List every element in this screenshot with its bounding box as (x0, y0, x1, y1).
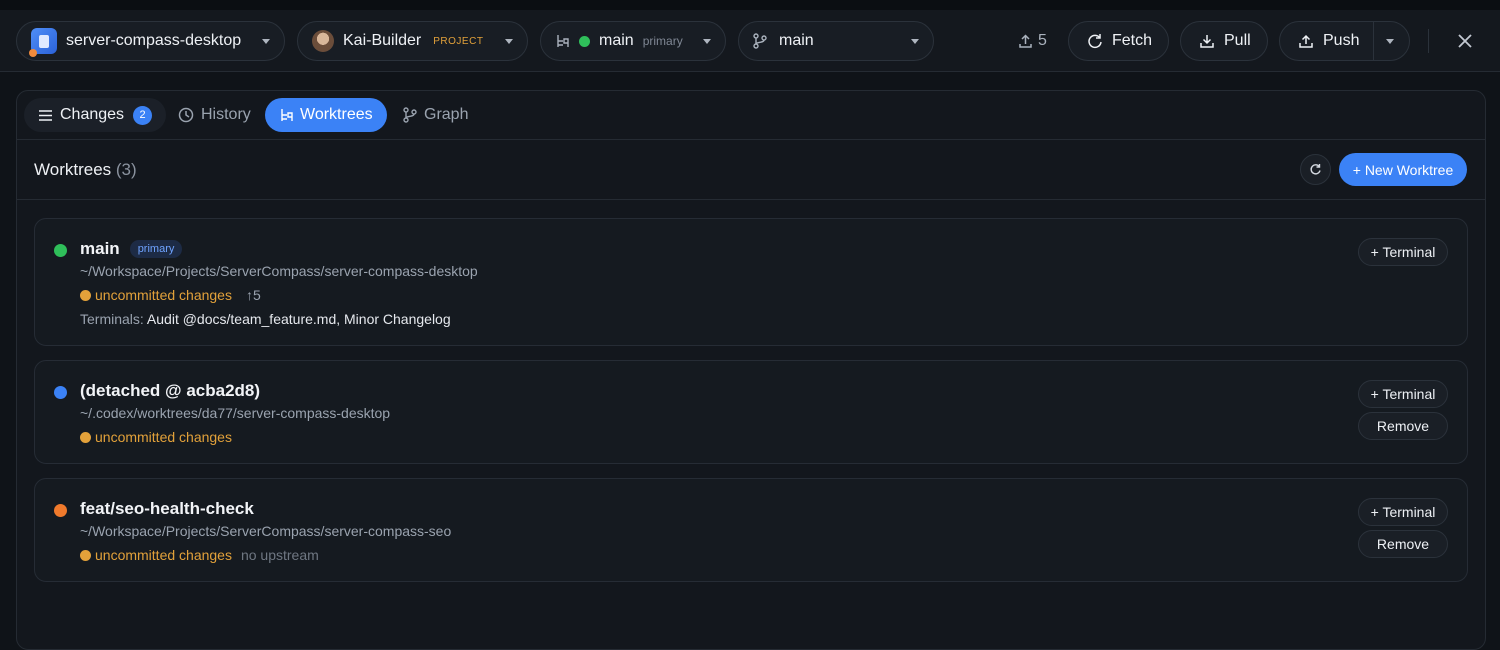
branch-icon (753, 33, 767, 49)
worktree-tag: primary (642, 34, 683, 48)
push-button[interactable]: Push (1279, 21, 1410, 61)
worktree-path: ~/Workspace/Projects/ServerCompass/serve… (80, 523, 452, 539)
worktree-selector[interactable]: main primary (540, 21, 726, 61)
refresh-button[interactable] (1300, 154, 1331, 185)
upstream-status: no upstream (240, 547, 319, 563)
pull-label: Pull (1224, 32, 1251, 49)
remove-button[interactable]: Remove (1358, 412, 1448, 440)
app-icon (29, 28, 57, 57)
add-terminal-button[interactable]: + Terminal (1358, 238, 1448, 266)
worktree-path: ~/.codex/worktrees/da77/server-compass-d… (80, 405, 391, 421)
worktree-name: main (599, 32, 634, 49)
worktree-icon (279, 108, 293, 122)
tab-worktrees-label: Worktrees (300, 106, 373, 123)
tab-changes[interactable]: Changes 2 (24, 98, 167, 132)
user-name: Kai-Builder (343, 32, 422, 49)
refresh-icon (1087, 33, 1103, 49)
worktree-icon (555, 34, 569, 48)
worktree-status: uncommitted changes no upstream (80, 547, 319, 563)
tab-worktrees[interactable]: Worktrees (265, 98, 387, 132)
ahead-count: ↑5 (245, 287, 261, 303)
branch-selector[interactable]: main (738, 21, 934, 61)
status-dot (54, 386, 67, 399)
worktrees-count: (3) (115, 160, 137, 179)
ahead-indicator: 5 (1018, 21, 1047, 61)
branch-name: main (779, 32, 814, 49)
status-dot (54, 244, 67, 257)
warning-dot (80, 289, 91, 301)
project-badge: PROJECT (433, 35, 484, 47)
worktree-name: (detached @ acba2d8) (80, 381, 261, 400)
worktree-card: feat/seo-health-check ~/Workspace/Projec… (34, 478, 1468, 582)
chevron-down-icon (505, 38, 513, 44)
refresh-icon (1309, 163, 1322, 176)
status-dot (54, 504, 67, 517)
worktrees-header: Worktrees (3) + New Worktree (17, 141, 1485, 200)
branch-icon (403, 107, 417, 123)
window-top-strip (0, 0, 1500, 10)
status-text: uncommitted changes (95, 287, 232, 303)
tab-history[interactable]: History (164, 98, 265, 132)
terminals-line: Terminals: Audit @docs/team_feature.md, … (80, 311, 451, 327)
close-icon[interactable] (1456, 32, 1474, 50)
tab-graph[interactable]: Graph (389, 98, 482, 132)
primary-badge: primary (129, 240, 183, 258)
push-label: Push (1323, 32, 1360, 49)
project-selector[interactable]: server-compass-desktop (16, 21, 285, 61)
chevron-down-icon (703, 38, 711, 44)
upload-icon (1018, 33, 1033, 49)
add-terminal-button[interactable]: + Terminal (1358, 380, 1448, 408)
status-text: uncommitted changes (95, 547, 232, 563)
terminals-label: Terminals: (80, 311, 144, 327)
add-terminal-button[interactable]: + Terminal (1358, 498, 1448, 526)
top-toolbar: server-compass-desktop Kai-Builder PROJE… (0, 10, 1500, 72)
upload-icon (1298, 33, 1314, 49)
terminals-value: Audit @docs/team_feature.md, Minor Chang… (146, 311, 451, 327)
avatar (312, 30, 334, 52)
fetch-label: Fetch (1112, 32, 1153, 49)
project-name: server-compass-desktop (66, 32, 242, 49)
new-worktree-button[interactable]: + New Worktree (1339, 153, 1467, 186)
clock-icon (178, 107, 194, 123)
main-panel: Changes 2 History Worktrees Graph Worktr… (16, 90, 1486, 650)
download-icon (1199, 33, 1215, 49)
chevron-down-icon (262, 38, 270, 44)
remove-button[interactable]: Remove (1358, 530, 1448, 558)
ahead-count: 5 (1038, 32, 1047, 49)
worktree-name-text: main (80, 239, 120, 258)
tab-graph-label: Graph (424, 106, 469, 123)
chevron-down-icon[interactable] (1386, 38, 1395, 44)
worktree-name: feat/seo-health-check (80, 499, 254, 518)
changes-count-badge: 2 (133, 105, 153, 125)
tab-changes-label: Changes (60, 106, 125, 123)
chevron-down-icon (911, 38, 919, 44)
worktree-card: (detached @ acba2d8) ~/.codex/worktrees/… (34, 360, 1468, 464)
worktree-path: ~/Workspace/Projects/ServerCompass/serve… (80, 263, 478, 279)
page-title: Worktrees (3) (34, 160, 137, 180)
status-text: uncommitted changes (95, 429, 232, 445)
worktrees-title: Worktrees (34, 160, 112, 179)
warning-dot (80, 549, 91, 561)
status-dot (579, 35, 590, 47)
worktree-status: uncommitted changes (80, 429, 232, 445)
tab-bar: Changes 2 History Worktrees Graph (17, 91, 1485, 140)
worktree-name: main primary (80, 239, 183, 259)
worktree-status: uncommitted changes ↑5 (80, 287, 261, 303)
pull-button[interactable]: Pull (1180, 21, 1268, 61)
user-selector[interactable]: Kai-Builder PROJECT (297, 21, 528, 61)
worktree-card: main primary ~/Workspace/Projects/Server… (34, 218, 1468, 346)
warning-dot (80, 431, 91, 443)
fetch-button[interactable]: Fetch (1068, 21, 1169, 61)
tab-history-label: History (201, 106, 251, 123)
list-icon (38, 109, 53, 122)
